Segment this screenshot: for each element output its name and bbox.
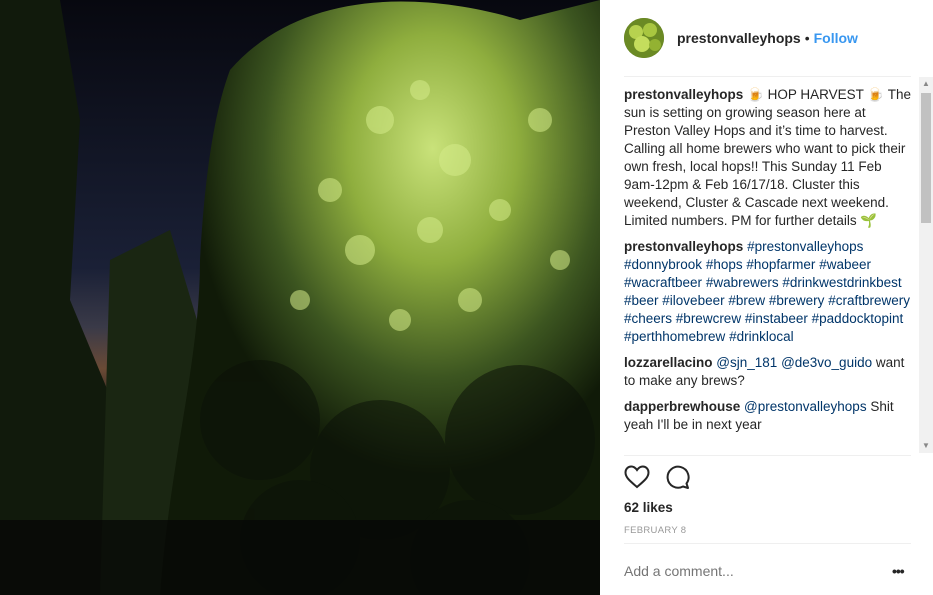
comment-icon[interactable] xyxy=(664,464,690,495)
hashtag-link[interactable]: #drinkwestdrinkbest xyxy=(782,275,901,290)
hashtag-link[interactable]: #perthhomebrew xyxy=(624,329,725,344)
scroll-thumb[interactable] xyxy=(921,93,931,223)
comment-username[interactable]: prestonvalleyhops xyxy=(624,87,743,102)
caption-comment: prestonvalleyhops 🍺 HOP HARVEST 🍺 The su… xyxy=(624,86,911,230)
comment-icon-svg xyxy=(666,465,690,489)
hashtag-link[interactable]: #wabeer xyxy=(819,257,871,272)
hashtag-link[interactable]: #instabeer xyxy=(745,311,808,326)
hashtag-list: #prestonvalleyhops #donnybrook #hops #ho… xyxy=(624,239,910,344)
hashtag-link[interactable]: #hopfarmer xyxy=(746,257,815,272)
instagram-post: preston­valleyhops • Follow prestonvalle… xyxy=(0,0,933,595)
hashtag-link[interactable]: #wabrewers xyxy=(706,275,779,290)
hashtag-link[interactable]: #brewcrew xyxy=(676,311,741,326)
hashtag-comment: prestonvalleyhops #prestonvalleyhops #do… xyxy=(624,238,911,346)
post-header: preston­valleyhops • Follow xyxy=(600,0,933,76)
actions-divider xyxy=(624,543,911,544)
list-item: lozzarellacino @sjn_181 @de3vo_guido wan… xyxy=(624,354,911,390)
hashtag-link[interactable]: #brew xyxy=(728,293,765,308)
comment-username[interactable]: prestonvalleyhops xyxy=(624,239,743,254)
hashtag-link[interactable]: #paddocktopint xyxy=(812,311,904,326)
hashtag-link[interactable]: #donnybrook xyxy=(624,257,702,272)
hashtag-link[interactable]: #hops xyxy=(706,257,743,272)
avatar-image xyxy=(624,18,664,58)
post-side-panel: preston­valleyhops • Follow prestonvalle… xyxy=(600,0,933,595)
scroll-down-arrow-icon[interactable]: ▼ xyxy=(919,439,933,453)
mention-link[interactable]: @de3vo_guido xyxy=(781,355,872,370)
scroll-up-arrow-icon[interactable]: ▲ xyxy=(919,77,933,91)
avatar[interactable] xyxy=(624,18,664,58)
mention-link[interactable]: @sjn_181 xyxy=(716,355,777,370)
post-date[interactable]: FEBRUARY 8 xyxy=(624,525,686,536)
comment-username[interactable]: lozzarellacino xyxy=(624,355,713,370)
hashtag-link[interactable]: #drinklocal xyxy=(729,329,794,344)
mention-link[interactable]: @prestonvalleyhops xyxy=(744,399,867,414)
hashtag-link[interactable]: #brewery xyxy=(769,293,825,308)
comments-scrollbar[interactable]: ▲ ▼ xyxy=(919,77,933,453)
header-username[interactable]: preston­valleyhops xyxy=(677,30,801,46)
heart-icon[interactable] xyxy=(624,464,650,494)
hashtag-link[interactable]: #wacraftbeer xyxy=(624,275,702,290)
post-photo[interactable] xyxy=(0,0,600,595)
hashtag-link[interactable]: #craftbrewery xyxy=(828,293,910,308)
hop-vines-night-image xyxy=(0,0,600,595)
action-bar xyxy=(624,464,690,494)
comment-username[interactable]: dapperbrewhouse xyxy=(624,399,740,414)
heart-icon-svg xyxy=(624,464,650,488)
comments-divider xyxy=(624,455,911,456)
add-comment-input[interactable] xyxy=(624,563,894,579)
hashtag-link[interactable]: #prestonvalleyhops xyxy=(747,239,863,254)
follow-button[interactable]: Follow xyxy=(814,30,858,46)
more-options-button[interactable]: ••• xyxy=(892,563,905,579)
comments-list[interactable]: prestonvalleyhops 🍺 HOP HARVEST 🍺 The su… xyxy=(624,86,911,454)
hashtag-link[interactable]: #ilovebeer xyxy=(662,293,724,308)
comment-text: 🍺 HOP HARVEST 🍺 The sun is setting on gr… xyxy=(624,87,911,228)
header-divider xyxy=(624,76,911,77)
list-item: dapperbrewhouse @prestonvalleyhops Shit … xyxy=(624,398,911,434)
like-count[interactable]: 62 likes xyxy=(624,500,673,515)
hashtag-link[interactable]: #beer xyxy=(624,293,659,308)
header-separator: • xyxy=(804,30,810,46)
hashtag-link[interactable]: #cheers xyxy=(624,311,672,326)
